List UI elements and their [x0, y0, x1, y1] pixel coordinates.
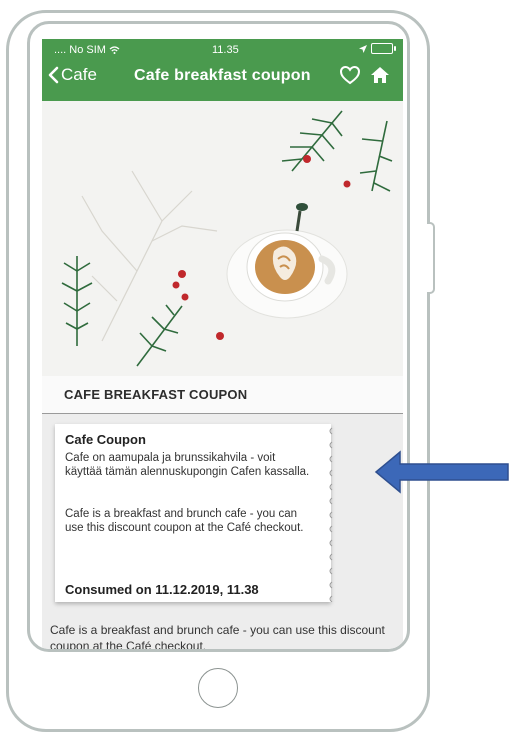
- section-header: CAFE BREAKFAST COUPON: [42, 376, 403, 414]
- battery-icon: [371, 43, 396, 54]
- wifi-icon: [109, 46, 120, 55]
- coupon-description: Cafe is a breakfast and brunch cafe - yo…: [50, 623, 385, 652]
- coupon-title: Cafe Coupon: [65, 432, 146, 447]
- carrier-label: .... No SIM: [54, 44, 120, 56]
- back-button[interactable]: Cafe: [48, 65, 97, 85]
- section-title: CAFE BREAKFAST COUPON: [64, 387, 248, 402]
- status-bar: .... No SIM 11.35: [42, 39, 403, 61]
- content-area: Cafe Coupon Cafe on aamupala ja brunssik…: [42, 414, 403, 652]
- coupon-card: Cafe Coupon Cafe on aamupala ja brunssik…: [55, 424, 333, 602]
- home-button[interactable]: [198, 668, 238, 708]
- phone-screen: .... No SIM 11.35 Cafe Cafe breakfast co…: [27, 21, 410, 652]
- chevron-left-icon: [48, 66, 59, 84]
- heart-icon[interactable]: [339, 64, 361, 86]
- page-title: Cafe breakfast coupon: [134, 67, 311, 84]
- coupon-perforation: [329, 427, 333, 602]
- hero-image: [42, 101, 403, 376]
- arrow-left-icon: [374, 450, 509, 494]
- status-time: 11.35: [212, 44, 239, 56]
- phone-side-button: [427, 222, 435, 294]
- home-icon[interactable]: [369, 64, 391, 86]
- coupon-consumed-label: Consumed on 11.12.2019, 11.38: [65, 582, 259, 597]
- back-label: Cafe: [61, 65, 97, 84]
- coupon-text-finnish: Cafe on aamupala ja brunssikahvila - voi…: [65, 452, 310, 478]
- location-arrow-icon: [359, 44, 367, 53]
- coffee-cup-image: [42, 101, 403, 376]
- coupon-text-english: Cafe is a breakfast and brunch cafe - yo…: [65, 508, 304, 534]
- status-right: [359, 43, 396, 54]
- carrier-name: No SIM: [69, 44, 106, 56]
- signal-dots-icon: ....: [54, 44, 67, 56]
